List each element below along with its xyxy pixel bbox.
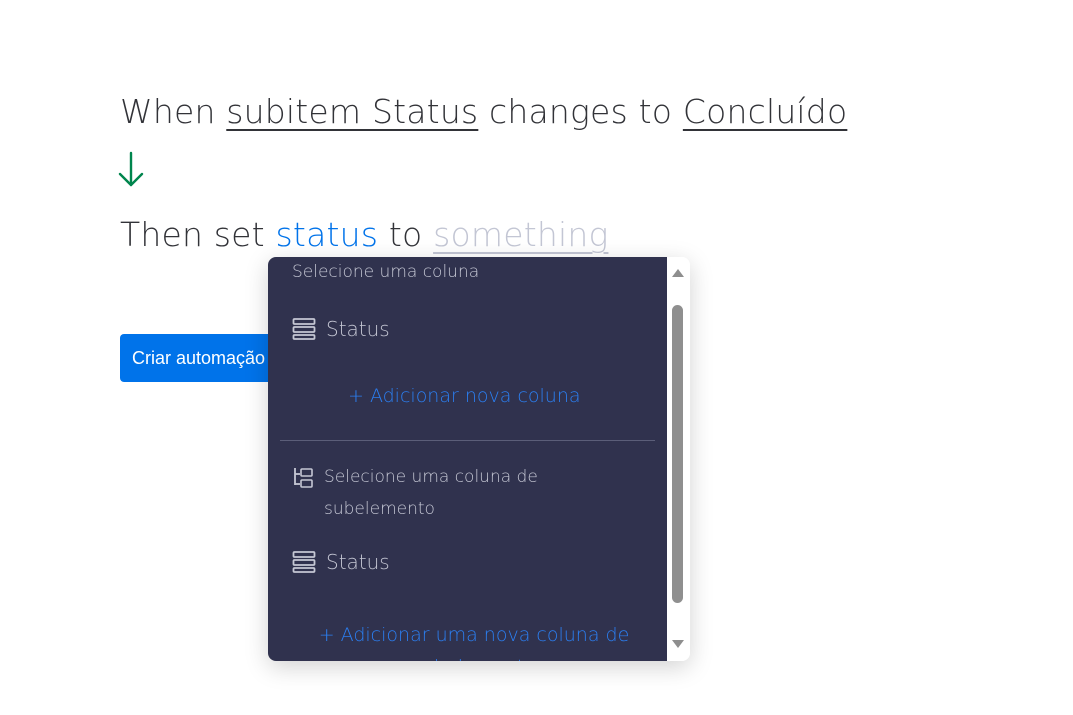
subitems-icon (292, 467, 314, 525)
then-set-word: Then set (120, 215, 265, 254)
trigger-value-selector[interactable]: Concluído (683, 92, 847, 131)
scroll-down-arrow-icon[interactable] (672, 640, 684, 648)
subitem-group-title: Selecione uma coluna de subelemento (292, 461, 612, 525)
add-column-link[interactable]: + Adicionar nova coluna (348, 385, 581, 407)
target-column-selector[interactable]: status (276, 215, 379, 254)
automation-builder: When subitem Status changes to Concluído… (0, 0, 1073, 715)
main-group-title: Selecione uma coluna (292, 262, 480, 282)
subitem-status-option-label: Status (326, 550, 390, 574)
status-column-option[interactable]: Status (292, 313, 390, 345)
trigger-sentence: When subitem Status changes to Concluído (120, 92, 847, 131)
subitem-group-label: Selecione uma coluna de subelemento (324, 467, 538, 519)
action-sentence: Then set status to something (120, 215, 608, 254)
when-word: When (120, 92, 216, 131)
column-picker-dropdown: Selecione uma coluna Status + Adicionar … (268, 257, 690, 661)
dropdown-scrollbar[interactable] (667, 257, 690, 661)
changes-to-word: changes to (489, 92, 673, 131)
section-divider (280, 440, 655, 441)
arrow-down-icon (118, 151, 144, 187)
column-picker-list: Selecione uma coluna Status + Adicionar … (268, 257, 667, 661)
subitem-status-column-option[interactable]: Status (292, 546, 390, 578)
trigger-column-selector[interactable]: subitem Status (226, 92, 478, 131)
status-option-label: Status (326, 317, 390, 341)
status-column-icon (292, 550, 316, 574)
scroll-up-arrow-icon[interactable] (672, 269, 684, 277)
to-word: to (388, 215, 423, 254)
target-value-selector[interactable]: something (433, 215, 608, 254)
add-subitem-column-link[interactable]: + Adicionar uma nova coluna de subelemen… (309, 619, 639, 661)
scroll-thumb[interactable] (672, 305, 683, 603)
status-column-icon (292, 317, 316, 341)
